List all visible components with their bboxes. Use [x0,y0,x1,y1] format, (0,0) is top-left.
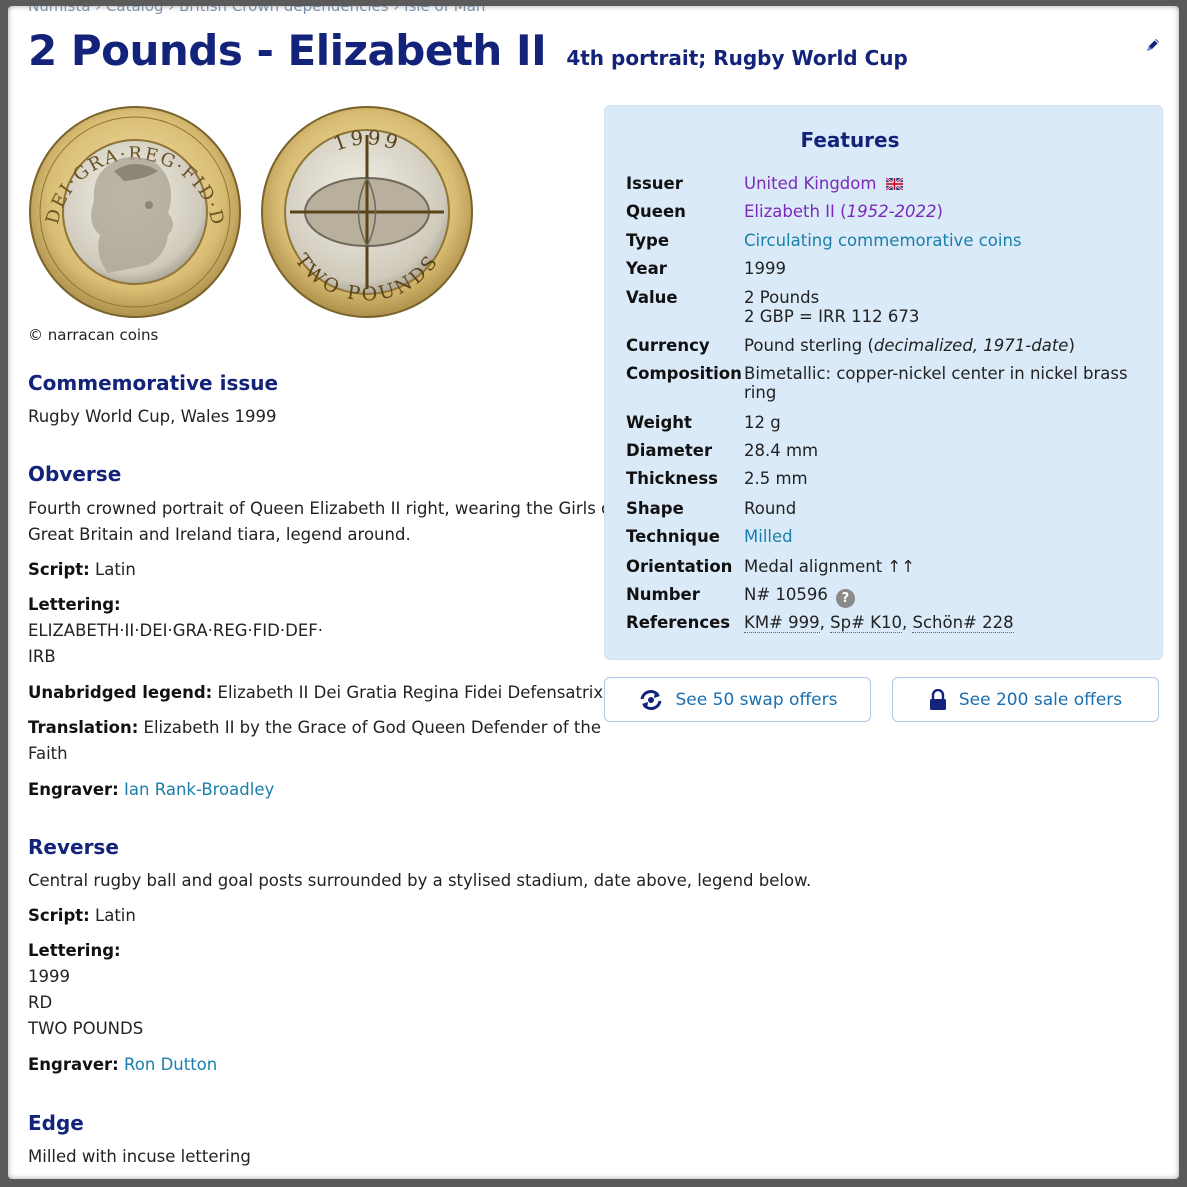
number-value: N# 10596 [744,585,828,604]
feature-label: Weight [626,413,692,432]
obverse-translation-value: Elizabeth II by the Grace of God Queen D… [143,718,601,737]
obverse-lettering-line: ELIZABETH·II·DEI·GRA·REG·FID·DEF· [28,621,323,640]
issuer-link[interactable]: United Kingdom [744,174,876,193]
feature-label: Shape [626,499,684,518]
reference-schon[interactable]: Schön# 228 [912,613,1014,633]
obverse-engraver-label: Engraver: [28,780,119,799]
shape-value: Round [744,499,797,518]
feature-label: Type [626,231,670,250]
features-heading: Features [800,128,900,152]
swap-offers-label: See 50 swap offers [675,689,838,710]
pencil-icon[interactable] [1144,36,1162,54]
year-value: 1999 [744,259,786,278]
obverse-translation-value: Faith [28,744,68,763]
reverse-engraver-label: Engraver: [28,1055,119,1074]
weight-value: 12 g [744,413,781,432]
diameter-value: 28.4 mm [744,441,819,460]
obverse-heading: Obverse [28,462,122,486]
reverse-description: Central rugby ball and goal posts surrou… [28,871,812,890]
orientation-value: Medal alignment ↑↑ [744,557,916,576]
feature-label: Orientation [626,557,733,576]
queen-name: Elizabeth II [744,202,835,221]
obverse-unabridged-label: Unabridged legend: [28,683,213,702]
obverse-script: Script: Latin [28,557,136,583]
uk-flag-icon [885,178,903,190]
swap-icon [640,689,661,710]
reverse-engraver-link[interactable]: Ron Dutton [124,1055,217,1074]
feature-label: Value [626,288,678,307]
page-frame: Numista › Catalog › British Crown depend… [8,6,1179,1179]
feature-label: Technique [626,527,720,546]
reverse-lettering-line: 1999 [28,967,70,986]
commemorative-text: Rugby World Cup, Wales 1999 [28,407,277,426]
reference-sp[interactable]: Sp# K10 [830,613,902,633]
obverse-translation-label: Translation: [28,718,139,737]
breadcrumb[interactable]: Numista › Catalog › British Crown depend… [28,6,485,15]
currency-note: decimalized, 1971-date [873,336,1069,355]
feature-label: Queen [626,202,686,221]
image-credit: © narracan coins [28,326,159,344]
reverse-lettering-line: RD [28,993,53,1012]
composition-value: ring [744,383,777,402]
sale-offers-button[interactable]: See 200 sale offers [892,677,1159,722]
reverse-coin-image[interactable]: 1999 TWO POUNDS [260,105,474,319]
edge-text: Milled with incuse lettering [28,1147,251,1166]
composition-value: Bimetallic: copper-nickel center in nick… [744,364,1128,383]
obverse-script-label: Script: [28,560,90,579]
queen-years: 1952-2022 [846,202,937,221]
reverse-script-label: Script: [28,906,90,925]
type-link[interactable]: Circulating commemorative coins [744,231,1134,250]
feature-label: Diameter [626,441,713,460]
reverse-lettering-line: TWO POUNDS [28,1019,144,1038]
queen-link[interactable]: Elizabeth II (1952-2022) [744,202,1134,221]
thickness-value: 2.5 mm [744,469,808,488]
question-icon[interactable]: ? [835,589,855,608]
obverse-description-line: Fourth crowned portrait of Queen Elizabe… [28,499,617,518]
obverse-description: Fourth crowned portrait of Queen Elizabe… [28,496,617,548]
edge-heading: Edge [28,1111,84,1135]
feature-label: Currency [626,336,710,355]
feature-label: Number [626,585,700,604]
feature-label: Year [626,259,667,278]
obverse-lettering-label: Lettering: [28,595,121,614]
obverse-script-value: Latin [95,560,136,579]
lock-icon [929,688,946,710]
reverse-script-value: Latin [95,906,136,925]
reference-km[interactable]: KM# 999 [744,613,820,633]
commemorative-heading: Commemorative issue [28,371,279,395]
currency-value: Pound sterling (decimalized, 1971-date) [744,336,1075,355]
obverse-translation: Translation: Elizabeth II by the Grace o… [28,715,601,767]
feature-label: Issuer [626,174,683,193]
obverse-lettering: Lettering: ELIZABETH·II·DEI·GRA·REG·FID·… [28,592,323,670]
value-exchange: 2 GBP = IRR 112 673 [744,307,920,326]
reverse-engraver: Engraver: Ron Dutton [28,1052,217,1078]
page-title: 2 Pounds - Elizabeth II 4th portrait; Ru… [28,26,908,75]
reverse-lettering-label: Lettering: [28,941,121,960]
feature-label: Composition [626,364,742,383]
obverse-engraver: Engraver: Ian Rank-Broadley [28,777,274,803]
technique-link[interactable]: Milled [744,527,1134,546]
value-denomination: 2 Pounds [744,288,820,307]
sale-offers-label: See 200 sale offers [958,689,1123,710]
page-title-main: 2 Pounds - Elizabeth II [28,26,547,75]
feature-label: Thickness [626,469,718,488]
reverse-heading: Reverse [28,835,119,859]
obverse-description-line: Great Britain and Ireland tiara, legend … [28,525,411,544]
obverse-coin-image[interactable]: DEI·GRA·REG·FID·DEF [28,105,242,319]
reverse-script: Script: Latin [28,903,136,929]
obverse-lettering-line: IRB [28,647,56,666]
feature-label: References [626,613,731,632]
features-panel: Features Issuer United Kingdom Queen Eli… [604,105,1163,660]
swap-offers-button[interactable]: See 50 swap offers [604,677,871,722]
obverse-unabridged-value: Elizabeth II Dei Gratia Regina Fidei Def… [217,683,604,702]
page-subtitle: 4th portrait; Rugby World Cup [566,46,908,70]
reverse-lettering: Lettering: 1999 RD TWO POUNDS [28,938,143,1042]
obverse-unabridged: Unabridged legend: Elizabeth II Dei Grat… [28,680,603,706]
obverse-engraver-link[interactable]: Ian Rank-Broadley [124,780,274,799]
